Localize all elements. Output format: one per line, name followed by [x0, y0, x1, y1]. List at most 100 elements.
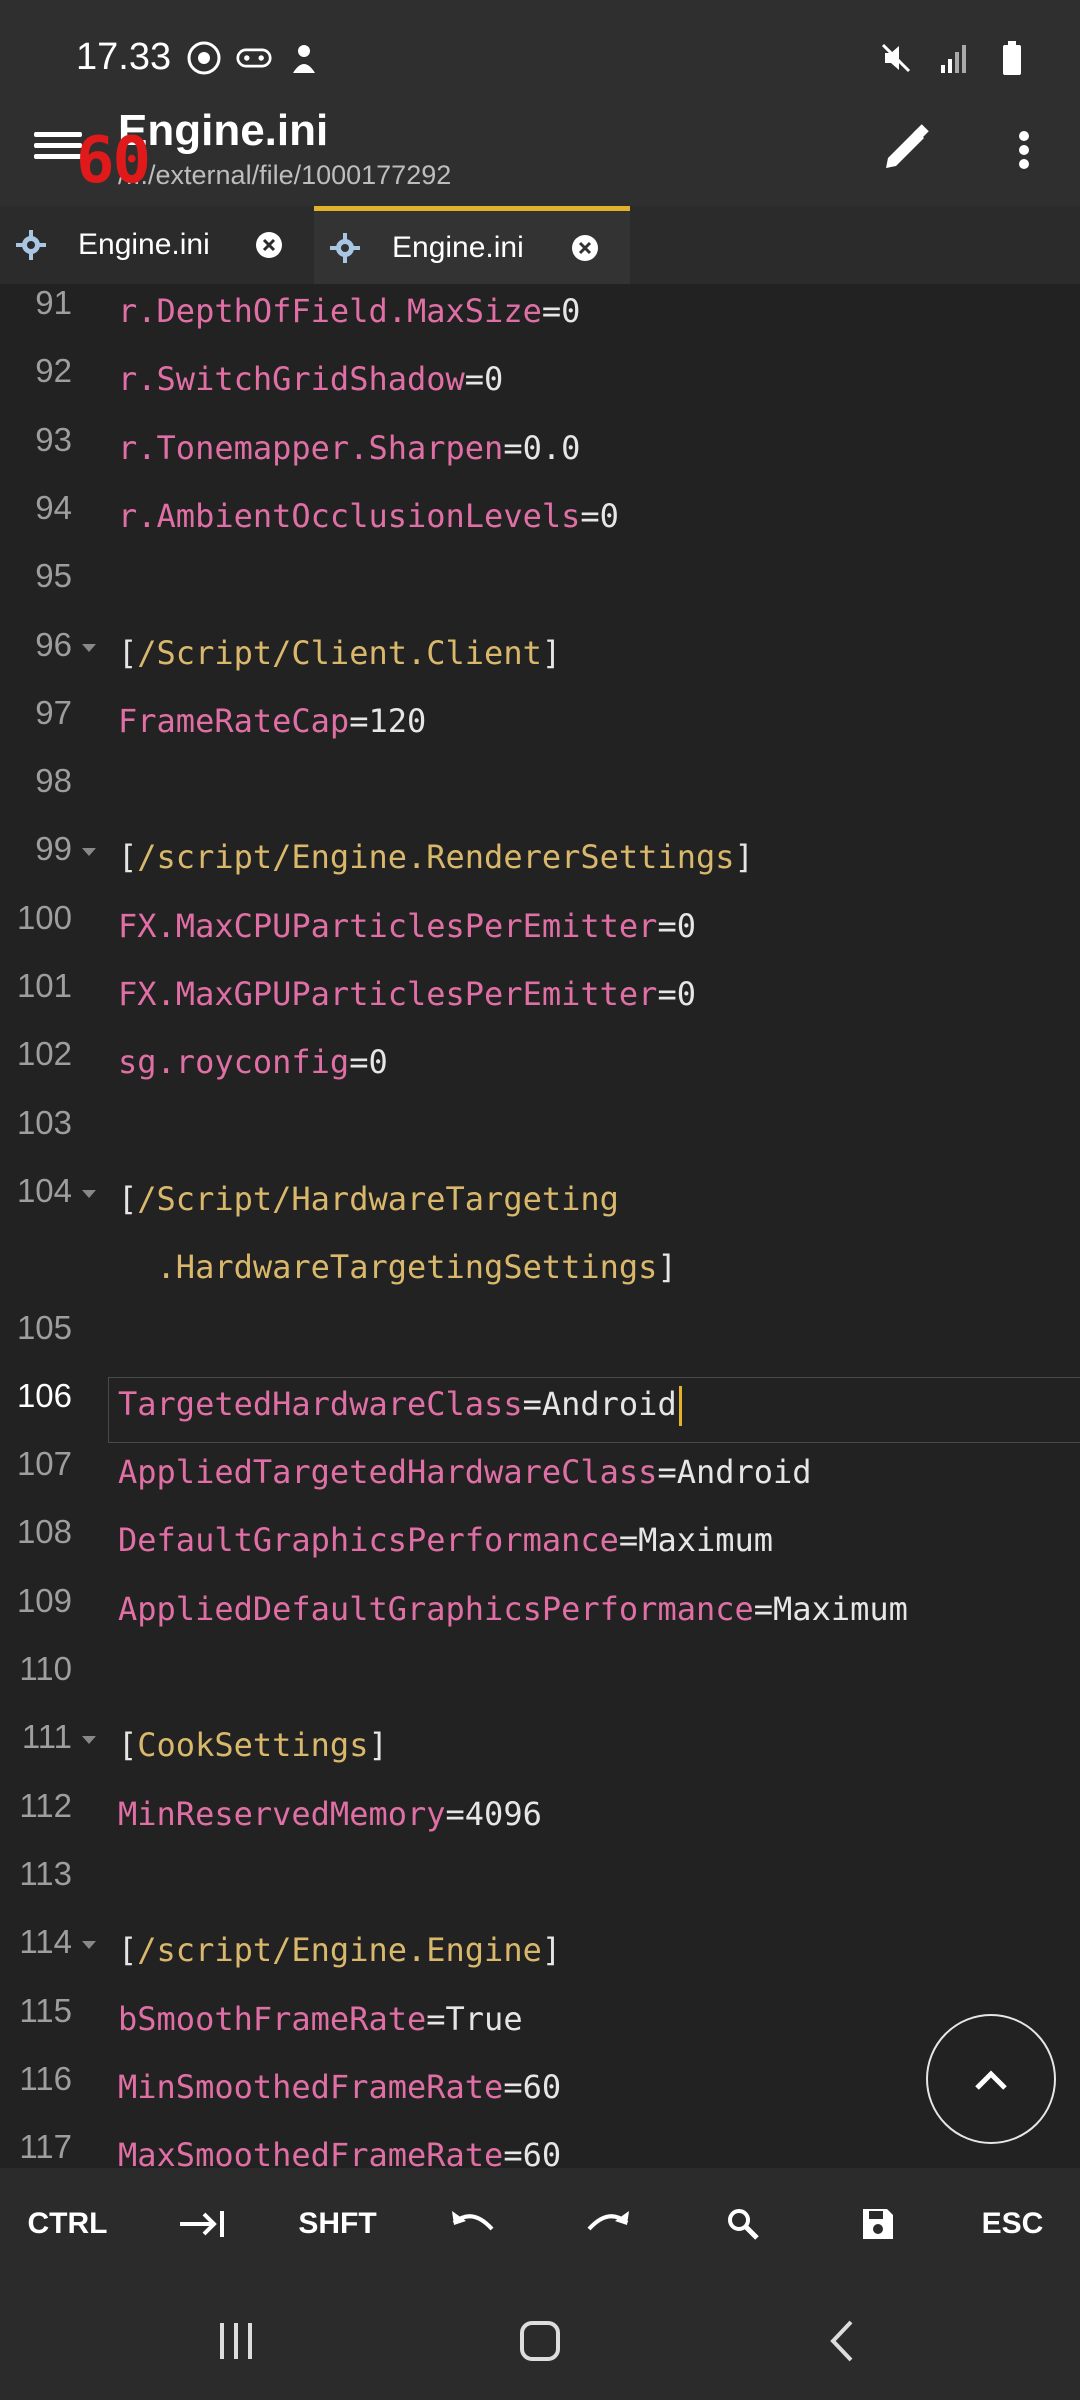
search-key[interactable] — [675, 2168, 810, 2280]
code-line[interactable]: 114 [/script/Engine.Engine] — [0, 1923, 1080, 1991]
line-code: r.DepthOfField.MaxSize=0 — [118, 292, 580, 330]
fps-counter-overlay: 60 — [76, 124, 151, 198]
undo-key[interactable] — [405, 2168, 540, 2280]
line-number: 100 — [16, 898, 72, 936]
code-line[interactable]: 102 sg.royconfig=0 — [0, 1035, 1080, 1103]
shift-key[interactable]: SHFT — [270, 2168, 405, 2280]
code-line[interactable]: 92 r.SwitchGridShadow=0 — [0, 352, 1080, 420]
line-number: 106 — [16, 1376, 72, 1414]
scroll-to-top-button[interactable] — [926, 2014, 1056, 2144]
ini-section: .HardwareTargetingSettings — [118, 1248, 658, 1287]
ini-key: DefaultGraphicsPerformance — [118, 1521, 619, 1560]
code-line[interactable]: 116 MinSmoothedFrameRate=60 — [0, 2060, 1080, 2128]
ini-key: AppliedTargetedHardwareClass — [118, 1453, 658, 1492]
ini-key: FX.MaxCPUParticlesPerEmitter — [118, 906, 658, 945]
ini-section: /script/Engine.Engine — [137, 1931, 542, 1970]
ini-value: = — [426, 1999, 446, 2038]
ini-value: 0 — [599, 496, 619, 535]
ini-value: = — [618, 1521, 639, 1560]
back-button[interactable] — [812, 2316, 872, 2366]
line-number: 96 — [35, 625, 72, 663]
code-line[interactable]: 104 [/Script/HardwareTargeting — [0, 1172, 1080, 1240]
line-code: r.Tonemapper.Sharpen=0.0 — [118, 429, 580, 467]
line-number: 102 — [16, 1035, 72, 1073]
code-line[interactable]: 96 [/Script/Client.Client] — [0, 626, 1080, 694]
code-line[interactable]: 98 — [0, 762, 1080, 830]
code-line[interactable]: 100 FX.MaxCPUParticlesPerEmitter=0 — [0, 899, 1080, 967]
esc-key[interactable]: ESC — [945, 2168, 1080, 2280]
fold-toggle-icon[interactable] — [82, 1189, 96, 1198]
home-button[interactable] — [510, 2316, 570, 2366]
code-line[interactable]: 97 FrameRateCap=120 — [0, 694, 1080, 762]
chevron-up-icon — [975, 2070, 1007, 2090]
tab-engine-ini-1[interactable]: Engine.ini — [0, 206, 314, 284]
ini-value: = — [657, 1453, 677, 1492]
fold-toggle-icon[interactable] — [82, 848, 96, 857]
menu-button[interactable] — [34, 126, 82, 166]
line-number: 97 — [35, 693, 72, 731]
ini-key: sg.royconfig — [118, 1043, 350, 1082]
ini-key: FX.MaxGPUParticlesPerEmitter — [118, 975, 658, 1013]
line-number: 94 — [35, 488, 72, 526]
ini-key: MaxSmoothedFrameRate — [118, 2136, 504, 2168]
code-line[interactable]: 99 [/script/Engine.RendererSettings] — [0, 830, 1080, 898]
more-options-button[interactable] — [1004, 120, 1044, 180]
code-editor[interactable]: 91 r.DepthOfField.MaxSize=0 92 r.SwitchGrid… — [0, 284, 1080, 2168]
code-line[interactable]: 110 — [0, 1650, 1080, 1718]
code-line[interactable]: .HardwareTargetingSettings] — [0, 1240, 1080, 1308]
code-line[interactable]: 101 FX.MaxGPUParticlesPerEmitter=0 — [0, 967, 1080, 1035]
code-line[interactable]: 103 — [0, 1104, 1080, 1172]
line-number: 112 — [19, 1786, 72, 1824]
code-line[interactable]: 111 [CookSettings] — [0, 1718, 1080, 1786]
code-line[interactable]: 93 r.Tonemapper.Sharpen=0.0 — [0, 421, 1080, 489]
code-line[interactable]: 105 — [0, 1309, 1080, 1377]
fold-toggle-icon[interactable] — [82, 643, 96, 652]
code-line[interactable]: 113 — [0, 1855, 1080, 1923]
save-key[interactable] — [810, 2168, 945, 2280]
tab-label: Engine.ini — [392, 230, 524, 264]
edit-button[interactable] — [876, 118, 936, 178]
line-number: 108 — [16, 1513, 72, 1551]
ini-value: = — [349, 1043, 369, 1082]
line-code: [/script/Engine.RendererSettings] — [118, 838, 754, 876]
ini-value: 60 — [522, 2136, 562, 2168]
fold-toggle-icon[interactable] — [82, 1736, 96, 1745]
code-line[interactable]: 95 — [0, 557, 1080, 625]
battery-icon — [994, 40, 1030, 76]
ini-value: 4096 — [464, 1794, 542, 1833]
line-number: 92 — [35, 352, 72, 390]
ini-value: 0 — [561, 292, 581, 330]
ini-value: Maximum — [638, 1521, 774, 1560]
code-line[interactable]: 106 TargetedHardwareClass=Android — [0, 1377, 1080, 1445]
fold-toggle-icon[interactable] — [82, 1941, 96, 1950]
close-tab-icon[interactable] — [570, 233, 600, 263]
code-line[interactable]: 112 MinReservedMemory=4096 — [0, 1787, 1080, 1855]
tab-key[interactable] — [135, 2168, 270, 2280]
code-line[interactable]: 117 MaxSmoothedFrameRate=60 — [0, 2128, 1080, 2168]
code-line[interactable]: 115 bSmoothFrameRate=True — [0, 1992, 1080, 2060]
file-path: /.../external/file/1000177292 — [118, 160, 452, 190]
back-icon — [830, 2320, 853, 2362]
status-time: 17.33 — [76, 36, 172, 78]
recents-button[interactable] — [206, 2316, 266, 2366]
gamepad-icon — [236, 40, 272, 76]
line-code: TargetedHardwareClass=Android — [118, 1385, 682, 1426]
line-number: 110 — [19, 1650, 72, 1687]
code-line[interactable]: 108 DefaultGraphicsPerformance=Maximum — [0, 1513, 1080, 1581]
code-line[interactable]: 109 AppliedDefaultGraphicsPerformance=Max… — [0, 1582, 1080, 1650]
close-tab-icon[interactable] — [254, 230, 284, 260]
search-icon — [727, 2209, 759, 2240]
ini-key: r.SwitchGridShadow — [118, 360, 465, 399]
signal-icon — [936, 40, 972, 76]
line-code: bSmoothFrameRate=True — [118, 2000, 523, 2038]
ctrl-key[interactable]: CTRL — [0, 2168, 135, 2280]
mute-icon — [878, 40, 914, 76]
code-line[interactable]: 91 r.DepthOfField.MaxSize=0 — [0, 284, 1080, 352]
code-line[interactable]: 107 AppliedTargetedHardwareClass=Android — [0, 1445, 1080, 1513]
code-line[interactable]: 94 r.AmbientOcclusionLevels=0 — [0, 489, 1080, 557]
ini-key: FrameRateCap — [118, 701, 350, 740]
gear-icon — [330, 232, 360, 263]
ini-value: [ — [118, 1931, 138, 1970]
tab-engine-ini-2[interactable]: Engine.ini — [314, 206, 630, 284]
redo-key[interactable] — [540, 2168, 675, 2280]
